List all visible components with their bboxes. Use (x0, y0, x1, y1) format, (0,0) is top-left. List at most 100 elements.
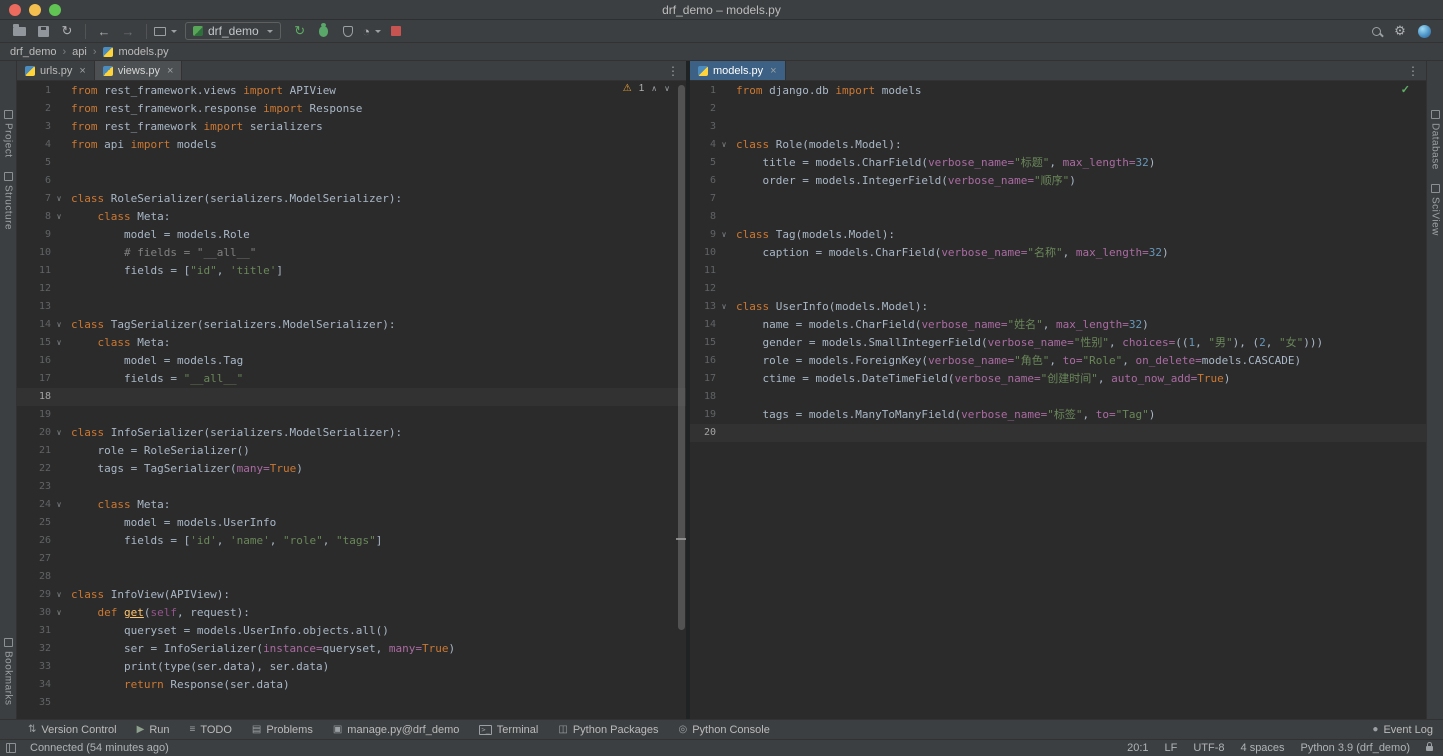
debug-button[interactable] (313, 21, 335, 41)
toolwindow-button-terminal[interactable]: >_Terminal (479, 724, 538, 736)
tool-window-button-database[interactable]: Database (1430, 103, 1441, 177)
back-button[interactable]: ← (93, 21, 115, 41)
code-line[interactable]: 15 gender = models.SmallIntegerField(ver… (690, 334, 1426, 352)
toolwindow-button-python-console[interactable]: ◎Python Console (678, 724, 769, 736)
forward-button[interactable]: → (117, 21, 139, 41)
status-widget-indent-style[interactable]: 4 spaces (1241, 742, 1285, 754)
code-line[interactable]: 21 role = RoleSerializer() (17, 442, 686, 460)
profiler-button[interactable]: ◔ (361, 21, 383, 41)
close-icon[interactable]: × (770, 65, 776, 77)
fold-marker[interactable]: ∨ (51, 208, 67, 226)
code-line[interactable]: 10 # fields = "__all__" (17, 244, 686, 262)
editor-models-py[interactable]: 1from django.db import models234∨class R… (690, 81, 1426, 719)
fold-marker[interactable]: ∨ (51, 424, 67, 442)
tab-urls-py[interactable]: urls.py × (17, 61, 95, 80)
toolwindow-button-event-log[interactable]: ●Event Log (1372, 724, 1433, 736)
code-line[interactable]: 4from api import models (17, 136, 686, 154)
fold-marker[interactable]: ∨ (51, 316, 67, 334)
code-line[interactable]: 13∨class UserInfo(models.Model): (690, 298, 1426, 316)
prev-problem-icon[interactable]: ∧ (651, 84, 657, 93)
no-problems-icon[interactable]: ✓ (1401, 83, 1410, 96)
toolwindow-button-run[interactable]: ▶Run (137, 724, 170, 736)
tool-window-button-sciview[interactable]: SciView (1430, 177, 1441, 243)
code-line[interactable]: 1from rest_framework.views import APIVie… (17, 82, 686, 100)
scrollbar[interactable] (677, 81, 686, 719)
code-line[interactable]: 9∨class Tag(models.Model): (690, 226, 1426, 244)
fold-marker[interactable]: ∨ (51, 334, 67, 352)
code-line[interactable]: 14 name = models.CharField(verbose_name=… (690, 316, 1426, 334)
code-line[interactable]: 19 tags = models.ManyToManyField(verbose… (690, 406, 1426, 424)
code-line[interactable]: 19 (17, 406, 686, 424)
code-line[interactable]: 6 order = models.IntegerField(verbose_na… (690, 172, 1426, 190)
save-all-button[interactable] (32, 21, 54, 41)
close-icon[interactable]: × (167, 65, 173, 77)
fold-marker[interactable]: ∨ (51, 496, 67, 514)
code-line[interactable]: 6 (17, 172, 686, 190)
status-widget-line-separator[interactable]: LF (1165, 742, 1178, 754)
fold-marker[interactable]: ∨ (716, 136, 732, 154)
layout-toggle-icon[interactable] (6, 743, 16, 753)
tool-window-button-structure[interactable]: Structure (3, 165, 14, 237)
search-everywhere-button[interactable] (1365, 21, 1387, 41)
run-config-selector[interactable]: drf_demo (185, 22, 281, 40)
code-line[interactable]: 33 print(type(ser.data), ser.data) (17, 658, 686, 676)
settings-button[interactable]: ⚙ (1389, 21, 1411, 41)
code-line[interactable]: 35 (17, 694, 686, 712)
breadcrumb-item-models-py[interactable]: models.py (119, 46, 169, 58)
code-line[interactable]: 24∨ class Meta: (17, 496, 686, 514)
toolwindow-button-todo[interactable]: ≡TODO (190, 724, 232, 736)
code-line[interactable]: 2 (690, 100, 1426, 118)
status-widget-caret-position[interactable]: 20:1 (1127, 742, 1148, 754)
toolwindow-button-version-control[interactable]: ⇅Version Control (28, 724, 117, 736)
code-line[interactable]: 5 title = models.CharField(verbose_name=… (690, 154, 1426, 172)
code-line[interactable]: 26 fields = ['id', 'name', "role", "tags… (17, 532, 686, 550)
code-line[interactable]: 32 ser = InfoSerializer(instance=queryse… (17, 640, 686, 658)
code-line[interactable]: 17 ctime = models.DateTimeField(verbose_… (690, 370, 1426, 388)
code-line[interactable]: 11 fields = ["id", 'title'] (17, 262, 686, 280)
breadcrumb-item-drf-demo[interactable]: drf_demo (10, 46, 56, 58)
run-configurations-button[interactable] (154, 21, 177, 41)
tool-window-button-project[interactable]: Project (3, 103, 14, 165)
code-line[interactable]: 20∨class InfoSerializer(serializers.Mode… (17, 424, 686, 442)
run-button[interactable]: ↻ (289, 21, 311, 41)
tab-models-py[interactable]: models.py × (690, 61, 786, 80)
fold-marker[interactable]: ∨ (716, 226, 732, 244)
code-line[interactable]: 7 (690, 190, 1426, 208)
fold-marker[interactable]: ∨ (51, 586, 67, 604)
fold-marker[interactable]: ∨ (51, 190, 67, 208)
code-line[interactable]: 11 (690, 262, 1426, 280)
tool-window-button-bookmarks[interactable]: Bookmarks (3, 631, 14, 713)
toolwindow-button-problems[interactable]: ▤Problems (252, 724, 313, 736)
code-line[interactable]: 25 model = models.UserInfo (17, 514, 686, 532)
breadcrumb-item-api[interactable]: api (72, 46, 87, 58)
code-line[interactable]: 13 (17, 298, 686, 316)
tab-options-menu[interactable]: ⋮ (1400, 61, 1426, 80)
code-line[interactable]: 8∨ class Meta: (17, 208, 686, 226)
close-icon[interactable]: × (79, 65, 85, 77)
coverage-button[interactable] (337, 21, 359, 41)
code-line[interactable]: 15∨ class Meta: (17, 334, 686, 352)
code-line[interactable]: 16 model = models.Tag (17, 352, 686, 370)
code-line[interactable]: 9 model = models.Role (17, 226, 686, 244)
code-line[interactable]: 29∨class InfoView(APIView): (17, 586, 686, 604)
status-widget-python-interpreter[interactable]: Python 3.9 (drf_demo) (1301, 742, 1410, 754)
code-line[interactable]: 7∨class RoleSerializer(serializers.Model… (17, 190, 686, 208)
code-line[interactable]: 12 (690, 280, 1426, 298)
code-line[interactable]: 17 fields = "__all__" (17, 370, 686, 388)
code-line[interactable]: 12 (17, 280, 686, 298)
fold-marker[interactable]: ∨ (51, 604, 67, 622)
sync-button[interactable]: ↻ (56, 21, 78, 41)
code-line[interactable]: 30∨ def get(self, request): (17, 604, 686, 622)
toolwindow-button-python-packages[interactable]: ◫Python Packages (558, 724, 658, 736)
code-line[interactable]: 2from rest_framework.response import Res… (17, 100, 686, 118)
lock-icon[interactable] (1426, 746, 1433, 751)
status-widget-file-encoding[interactable]: UTF-8 (1193, 742, 1224, 754)
tab-views-py[interactable]: views.py × (95, 61, 183, 80)
tab-options-menu[interactable]: ⋮ (660, 61, 686, 80)
code-line[interactable]: 28 (17, 568, 686, 586)
stop-button[interactable] (385, 21, 407, 41)
toolwindow-button-manage-py-drf-demo[interactable]: ▣manage.py@drf_demo (333, 724, 460, 736)
code-line[interactable]: 5 (17, 154, 686, 172)
code-line[interactable]: 18 (690, 388, 1426, 406)
warning-icon[interactable]: ⚠ (623, 83, 632, 94)
